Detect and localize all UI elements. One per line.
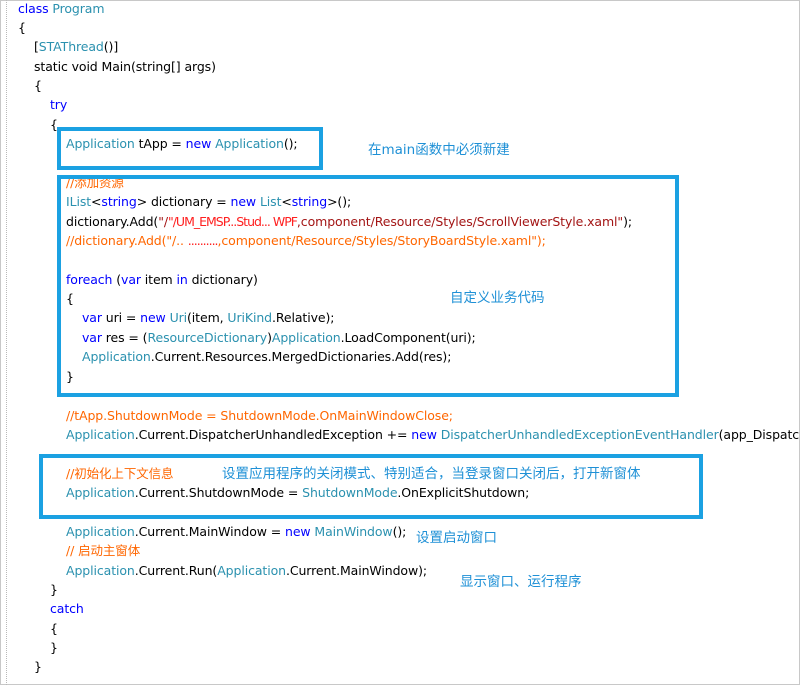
type-name: DispatcherUnhandledExceptionEventHandler bbox=[440, 427, 719, 442]
code-line-class-decl: class Program bbox=[18, 0, 105, 18]
code-line-open-brace: { bbox=[50, 621, 58, 636]
annotation-startup-window: 设置启动窗口 bbox=[416, 530, 497, 546]
type-name: Program bbox=[52, 1, 105, 16]
code-text: (); bbox=[392, 524, 407, 539]
attribute-name: STAThread bbox=[38, 39, 104, 54]
keyword: class bbox=[18, 1, 53, 16]
code-text: .Current.MainWindow); bbox=[285, 563, 427, 578]
keyword: new bbox=[285, 524, 311, 539]
code-line-open-brace: { bbox=[18, 20, 26, 35]
code-line-catch: catch bbox=[50, 601, 84, 616]
highlight-box-shutdown-mode bbox=[39, 454, 703, 519]
code-line-close-brace: } bbox=[50, 640, 58, 655]
type-name: MainWindow bbox=[314, 524, 393, 539]
annotation-new-in-main: 在main函数中必须新建 bbox=[368, 142, 510, 158]
code-line-main-window: Application.Current.MainWindow = new Mai… bbox=[66, 523, 406, 541]
bracket: ()] bbox=[103, 39, 119, 54]
code-comment-start-main-window: // 启动主窗体 bbox=[66, 543, 141, 558]
type-name: Application bbox=[66, 427, 135, 442]
highlight-box-custom-code bbox=[57, 175, 679, 397]
code-comment-shutdown-mode: //tApp.ShutdownMode = ShutdownMode.OnMai… bbox=[66, 408, 453, 423]
code-text: .Current.MainWindow = bbox=[134, 524, 285, 539]
highlight-box-new-application bbox=[57, 127, 323, 170]
code-text: .Current.Run( bbox=[134, 563, 218, 578]
code-line-try: try bbox=[50, 97, 68, 112]
annotation-show-window: 显示窗口、运行程序 bbox=[460, 574, 582, 590]
code-line-close-brace: } bbox=[50, 582, 58, 597]
code-line-open-brace: { bbox=[34, 78, 42, 93]
code-line-close-brace: } bbox=[34, 659, 42, 674]
code-line-unhandled-exception: Application.Current.DispatcherUnhandledE… bbox=[66, 426, 800, 444]
code-line-run: Application.Current.Run(Application.Curr… bbox=[66, 562, 427, 580]
code-line-attribute: [STAThread()] bbox=[34, 38, 118, 56]
type-name: Application bbox=[66, 524, 135, 539]
type-name: Application bbox=[217, 563, 286, 578]
code-text: .Current.DispatcherUnhandledException += bbox=[134, 427, 412, 442]
keyword: new bbox=[411, 427, 437, 442]
code-text: (app_DispatcherU bbox=[718, 427, 800, 442]
code-line-main-signature: static void Main(string[] args) bbox=[34, 59, 216, 74]
annotation-custom-business: 自定义业务代码 bbox=[450, 290, 545, 306]
annotation-shutdown-mode: 设置应用程序的关闭模式、特别适合，当登录窗口关闭后，打开新窗体 bbox=[222, 466, 641, 482]
type-name: Application bbox=[66, 563, 135, 578]
